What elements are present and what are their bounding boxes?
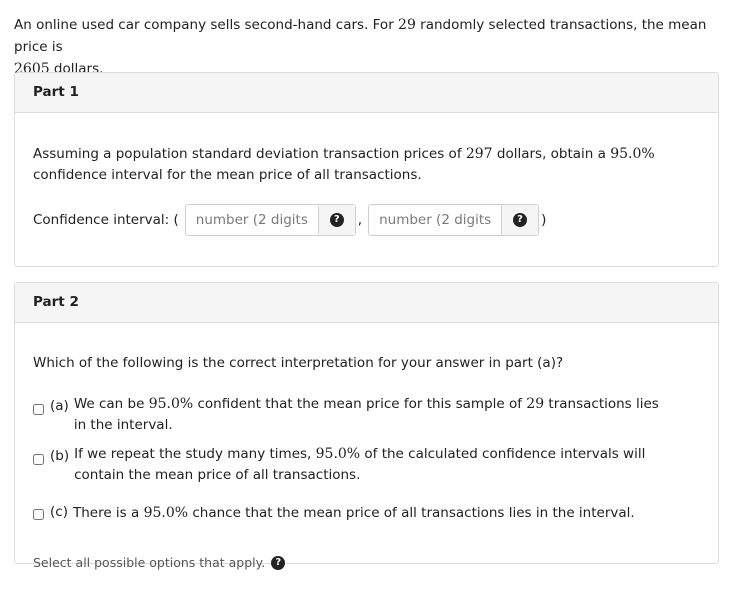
problem-intro: An online used car company sells second-… (14, 14, 714, 80)
confidence-interval-row: Confidence interval: ( ? , ? ) (33, 203, 546, 237)
intro-text: An online used car company sells second-… (14, 17, 399, 33)
part2-header: Part 2 (15, 283, 718, 323)
question-circle-icon: ? (329, 213, 344, 227)
option-b[interactable]: (b) If we repeat the study many times, 9… (33, 444, 689, 486)
option-c-checkbox[interactable] (33, 509, 44, 520)
option-c[interactable]: (c) There is a 95.0% chance that the mea… (33, 504, 635, 522)
question-circle-icon[interactable]: ? (271, 555, 286, 570)
question-text: dollars, obtain a (492, 146, 611, 162)
option-letter: (b) (50, 448, 70, 464)
upper-help-button[interactable]: ? (502, 205, 539, 235)
population-sd: 297 (465, 146, 493, 162)
option-b-checkbox[interactable] (33, 454, 44, 465)
hint-text: Select all possible options that apply. (33, 555, 266, 570)
lower-help-button[interactable]: ? (318, 205, 355, 235)
part1-card: Part 1 Assuming a population standard de… (14, 72, 719, 267)
option-b-text: If we repeat the study many times, 95.0%… (74, 446, 646, 483)
upper-bound-input[interactable] (369, 206, 503, 234)
option-a-checkbox[interactable] (33, 404, 44, 415)
confidence-level: 95.0% (610, 146, 655, 162)
ci-close-paren: ) (541, 212, 547, 228)
upper-bound-group: ? (368, 204, 540, 236)
part1-question: Assuming a population standard deviation… (33, 144, 703, 186)
option-c-text: There is a 95.0% chance that the mean pr… (72, 505, 635, 521)
option-letter: (c) (50, 504, 68, 520)
option-a[interactable]: (a) We can be 95.0% confident that the m… (33, 394, 674, 436)
lower-bound-group: ? (184, 204, 356, 236)
part2-card: Part 2 Which of the following is the cor… (14, 282, 719, 570)
ci-label: Confidence interval: ( (33, 212, 179, 228)
part1-header: Part 1 (15, 73, 718, 113)
question-circle-icon: ? (513, 213, 528, 227)
lower-bound-input[interactable] (185, 206, 319, 234)
ci-separator: , (357, 212, 363, 228)
question-text: Assuming a population standard deviation… (33, 146, 466, 162)
select-hint: Select all possible options that apply. … (33, 555, 286, 570)
sample-size: 29 (398, 17, 416, 33)
question-text: confidence interval for the mean price o… (33, 167, 422, 183)
part2-question: Which of the following is the correct in… (33, 355, 564, 371)
option-a-text: We can be 95.0% confident that the mean … (73, 396, 659, 433)
option-letter: (a) (50, 398, 69, 414)
